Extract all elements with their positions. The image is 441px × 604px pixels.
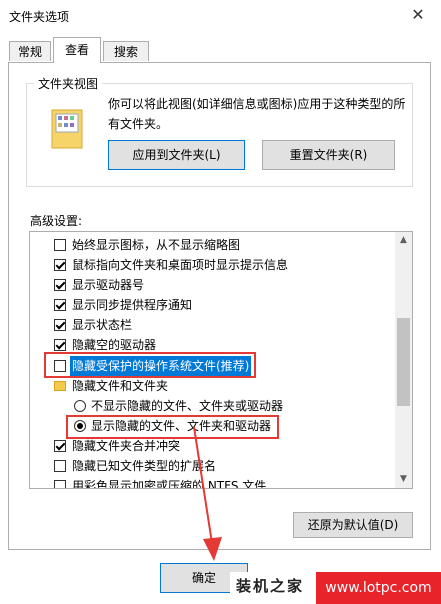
- advanced-settings-label: 高级设置:: [30, 214, 83, 228]
- checkbox[interactable]: [54, 299, 66, 311]
- scroll-down-icon[interactable]: ▼: [395, 471, 412, 488]
- folder-views-legend: 文件夹视图: [34, 75, 103, 92]
- watermark-url: www.lotpc.com: [316, 572, 441, 604]
- watermark-text: 装机之家: [236, 577, 305, 595]
- checkbox[interactable]: [54, 319, 66, 331]
- checkbox[interactable]: [54, 440, 66, 452]
- tab-general[interactable]: 常规: [9, 41, 51, 61]
- checkbox[interactable]: [54, 239, 66, 251]
- close-icon[interactable]: ✕: [404, 4, 432, 26]
- checkbox[interactable]: [54, 460, 66, 472]
- annotation-box-show-hidden: [66, 415, 279, 439]
- radio-button[interactable]: [74, 400, 86, 412]
- checkbox[interactable]: [54, 259, 66, 271]
- scrollbar-thumb[interactable]: [397, 318, 410, 406]
- annotation-arrow-icon: [190, 425, 230, 565]
- checkbox[interactable]: [54, 339, 66, 351]
- folder-views-description: 你可以将此视图(如详细信息或图标)应用于这种类型的所有文件夹。: [108, 97, 406, 131]
- checkbox[interactable]: [54, 279, 66, 291]
- window-title: 文件夹选项: [9, 10, 70, 24]
- annotation-box-protected-files: [44, 352, 256, 378]
- scroll-up-icon[interactable]: ▲: [395, 232, 412, 249]
- folder-icon: [54, 381, 66, 391]
- tab-search[interactable]: 搜索: [103, 41, 149, 61]
- tab-view[interactable]: 查看: [53, 37, 101, 63]
- checkbox[interactable]: [54, 480, 66, 488]
- apply-to-folders-button[interactable]: 应用到文件夹(L): [108, 140, 245, 170]
- folder-view-icon: [50, 106, 84, 150]
- reset-folders-button[interactable]: 重置文件夹(R): [262, 140, 395, 170]
- restore-defaults-button[interactable]: 还原为默认值(D): [293, 512, 413, 538]
